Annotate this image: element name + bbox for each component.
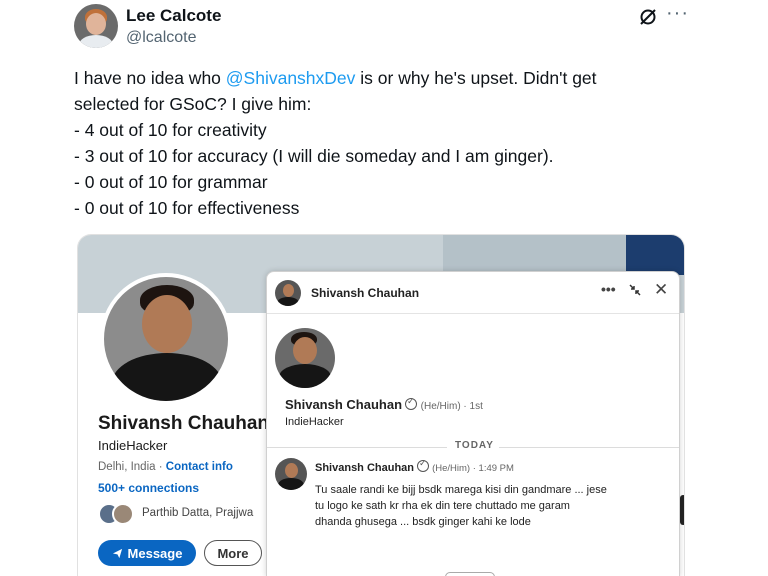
more-options-icon[interactable]: ··· <box>666 2 689 25</box>
grok-icon[interactable] <box>638 7 658 27</box>
tweet-text-segment: I have no idea who <box>74 68 226 88</box>
author-name[interactable]: Lee Calcote <box>126 6 221 26</box>
chat-header: Shivansh Chauhan ••• ✕ <box>267 272 679 314</box>
chat-profile-name-text: Shivansh Chauhan <box>285 397 403 412</box>
tweet-line-5: - 0 out of 10 for grammar <box>74 172 268 192</box>
tweet-text: I have no idea who @ShivanshxDev is or w… <box>74 65 684 221</box>
message-line: Tu saale randi ke bijj bsdk marega kisi … <box>315 484 607 496</box>
contact-info-link: Contact info <box>165 461 233 473</box>
message-line: dhanda ghusega ... bsdk ginger kahi ke l… <box>315 516 531 528</box>
location-text: Delhi, India · <box>98 461 166 473</box>
more-button: More <box>204 540 262 566</box>
chat-profile-name: Shivansh Chauhan (He/Him) · 1st <box>285 396 483 412</box>
banner-shape <box>443 235 628 275</box>
tweet-text-segment: is or why he's upset. Didn't get <box>355 68 597 88</box>
chat-window: Shivansh Chauhan ••• ✕ Shivansh Chauhan … <box>266 271 680 576</box>
verified-icon <box>405 396 418 410</box>
author-avatar[interactable] <box>74 4 118 48</box>
mutual-connections: Parthib Datta, Prajjwa <box>142 507 254 519</box>
mutual-connection-avatars <box>98 503 138 525</box>
linkedin-location: Delhi, India · Contact info <box>98 461 233 473</box>
message-button-label: Message <box>127 545 183 561</box>
linkedin-profile-photo <box>100 273 232 405</box>
today-label: TODAY <box>455 440 494 451</box>
chat-profile-avatar <box>275 328 335 388</box>
edge-shape <box>680 495 684 525</box>
send-icon <box>112 548 122 558</box>
chat-profile-headline: IndieHacker <box>285 416 344 428</box>
linkedin-name: Shivansh Chauhan <box>98 413 270 434</box>
author-handle[interactable]: @lcalcote <box>126 29 197 47</box>
tweet-line-6: - 0 out of 10 for effectiveness <box>74 198 300 218</box>
tweet-line-4: - 3 out of 10 for accuracy (I will die s… <box>74 146 554 166</box>
verified-icon <box>417 458 430 472</box>
message-button: Message <box>98 540 196 566</box>
linkedin-headline: IndieHacker <box>98 438 168 453</box>
banner-shape <box>626 235 684 275</box>
tweet-line-1: I have no idea who @ShivanshxDev is or w… <box>74 65 684 91</box>
chat-title: Shivansh Chauhan <box>311 286 420 300</box>
message-meta: (He/Him) · 1:49 PM <box>432 463 514 474</box>
close-icon: ✕ <box>654 280 669 299</box>
tweet-line-3: - 4 out of 10 for creativity <box>74 120 267 140</box>
chat-profile-pronoun: (He/Him) · 1st <box>420 401 483 412</box>
message-sender: Shivansh Chauhan (He/Him) · 1:49 PM <box>315 458 514 474</box>
chat-options-icon: ••• <box>601 281 616 297</box>
chat-avatar <box>275 280 301 306</box>
mention-link[interactable]: @ShivanshxDev <box>226 68 356 88</box>
message-body: Tu saale randi ke bijj bsdk marega kisi … <box>315 482 665 530</box>
message-line: tu logo ke sath kr rha ek din tere chutt… <box>315 500 570 512</box>
date-divider: TODAY <box>267 440 679 454</box>
tweet-media-image[interactable]: Shivansh Chauhan IndieHacker Delhi, Indi… <box>77 234 685 576</box>
scroll-pill <box>445 572 495 576</box>
collapse-icon <box>629 284 641 296</box>
message-avatar <box>275 458 307 490</box>
message-sender-name: Shivansh Chauhan <box>315 462 415 474</box>
divider-line <box>267 447 447 448</box>
connections-count: 500+ connections <box>98 481 200 495</box>
tweet-line-2: selected for GSoC? I give him: <box>74 94 312 114</box>
divider-line <box>499 447 679 448</box>
